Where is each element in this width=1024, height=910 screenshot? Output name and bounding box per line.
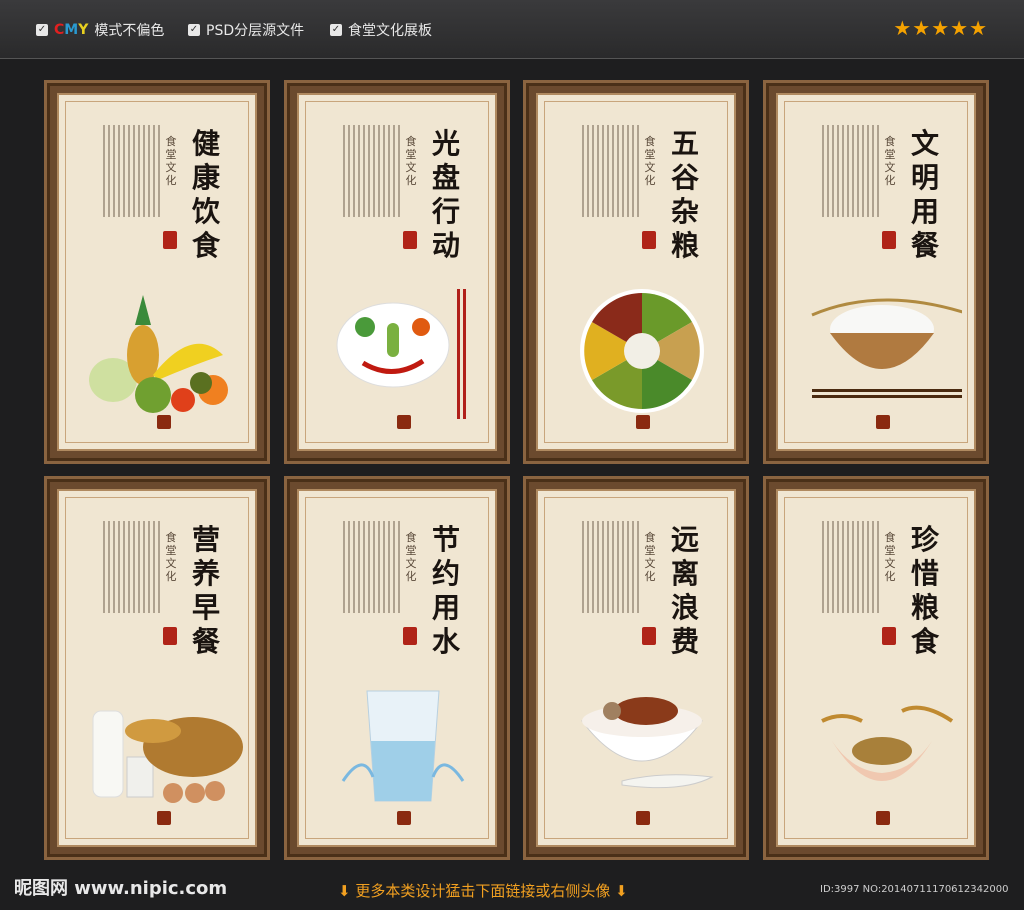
- board-paper: 食堂文化 营养早餐: [57, 489, 257, 847]
- board-paper: 食堂文化 光盘行动: [297, 93, 497, 451]
- text-block: [103, 521, 163, 613]
- meal-bowl-image: [580, 697, 714, 789]
- grains-plate-image: [580, 289, 704, 413]
- board-subtitle: 食堂文化: [884, 531, 896, 583]
- board-subtitle: 食堂文化: [405, 135, 417, 187]
- more-link[interactable]: ⬇ 更多本类设计猛击下面链接或右侧头像 ⬇: [338, 880, 628, 901]
- seal-icon: [642, 231, 656, 249]
- rice-bowl-image: [811, 298, 962, 398]
- footer-seal-icon: [397, 415, 411, 429]
- board-subtitle: 食堂文化: [165, 135, 177, 187]
- board-4: 食堂文化 文明用餐: [763, 80, 989, 464]
- board-1: 食堂文化 健康饮食: [44, 80, 270, 464]
- board-paper: 食堂文化 文明用餐: [776, 93, 976, 451]
- board-subtitle: 食堂文化: [644, 531, 656, 583]
- text-block: [343, 125, 403, 217]
- board-title: 远离浪费: [670, 523, 699, 658]
- footer-seal-icon: [157, 415, 171, 429]
- site-watermark: 昵图网 www.nipic.com: [14, 878, 228, 899]
- footer-seal-icon: [876, 811, 890, 825]
- seal-icon: [882, 627, 896, 645]
- board-paper: 食堂文化 远离浪费: [536, 489, 736, 847]
- checkbox-icon: ✓: [188, 24, 200, 36]
- footer-seal-icon: [636, 811, 650, 825]
- feature-label: 模式不偏色: [94, 23, 165, 39]
- fruit-basket-image: [89, 295, 228, 413]
- checkbox-icon: ✓: [36, 24, 48, 36]
- board-subtitle: 食堂文化: [884, 135, 896, 187]
- text-block: [582, 521, 642, 613]
- board-paper: 食堂文化 节约用水: [297, 489, 497, 847]
- board-paper: 食堂文化 五谷杂粮: [536, 93, 736, 451]
- text-block: [822, 125, 882, 217]
- text-block: [103, 125, 163, 217]
- seal-icon: [403, 627, 417, 645]
- board-title: 节约用水: [431, 523, 460, 658]
- board-title: 光盘行动: [431, 127, 460, 262]
- footer-seal-icon: [157, 811, 171, 825]
- board-subtitle: 食堂文化: [644, 135, 656, 187]
- arrow-down-icon: ⬇: [338, 882, 356, 900]
- image-id: ID:3997 NO:20140711170612342000: [820, 884, 1009, 895]
- board-title: 营养早餐: [191, 523, 220, 658]
- text-block: [343, 521, 403, 613]
- feature-label: PSD分层源文件: [206, 23, 305, 39]
- board-7: 食堂文化 远离浪费: [523, 476, 749, 860]
- seal-icon: [163, 627, 177, 645]
- footer-seal-icon: [636, 415, 650, 429]
- board-2: 食堂文化 光盘行动: [284, 80, 510, 464]
- footer-seal-icon: [397, 811, 411, 825]
- smiley-plate-image: [336, 289, 466, 419]
- feature-board: ✓ 食堂文化展板: [330, 20, 432, 40]
- board-8: 食堂文化 珍惜粮食: [763, 476, 989, 860]
- text-block: [582, 125, 642, 217]
- board-title: 珍惜粮食: [910, 523, 939, 658]
- board-title: 健康饮食: [191, 127, 220, 262]
- more-link-text: 更多本类设计猛击下面链接或右侧头像: [355, 882, 611, 900]
- breakfast-image: [92, 710, 243, 803]
- board-6: 食堂文化 节约用水: [284, 476, 510, 860]
- text-block: [822, 521, 882, 613]
- board-subtitle: 食堂文化: [405, 531, 417, 583]
- footer-seal-icon: [876, 415, 890, 429]
- feature-cmy: ✓ CMY 模式不偏色: [36, 20, 164, 40]
- rating-stars: ★★★★★: [893, 16, 988, 40]
- seal-icon: [882, 231, 896, 249]
- water-glass-image: [341, 690, 465, 802]
- board-title: 五谷杂粮: [670, 127, 699, 262]
- board-paper: 食堂文化 珍惜粮食: [776, 489, 976, 847]
- board-paper: 食堂文化 健康饮食: [57, 93, 257, 451]
- feature-psd: ✓ PSD分层源文件: [188, 20, 304, 40]
- cmy-text: CMY: [54, 22, 89, 38]
- feature-label: 食堂文化展板: [348, 23, 432, 39]
- board-title: 文明用餐: [910, 127, 939, 262]
- top-bar: ✓ CMY 模式不偏色 ✓ PSD分层源文件 ✓ 食堂文化展板 ★★★★★: [0, 0, 1024, 59]
- seal-icon: [163, 231, 177, 249]
- checkbox-icon: ✓: [330, 24, 342, 36]
- hands-grain-image: [821, 705, 954, 781]
- seal-icon: [403, 231, 417, 249]
- board-3: 食堂文化 五谷杂粮: [523, 80, 749, 464]
- arrow-down-icon: ⬇: [610, 882, 628, 900]
- board-subtitle: 食堂文化: [165, 531, 177, 583]
- board-5: 食堂文化 营养早餐: [44, 476, 270, 860]
- seal-icon: [642, 627, 656, 645]
